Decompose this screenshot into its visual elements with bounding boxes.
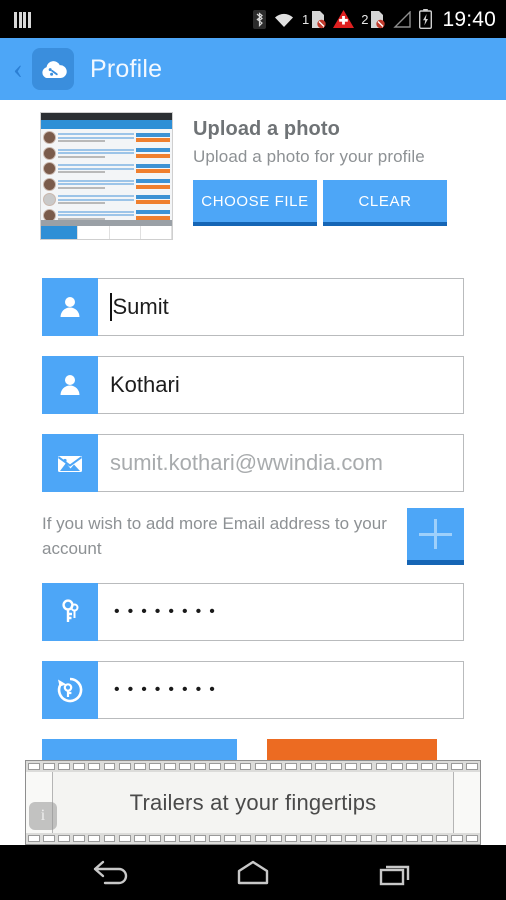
film-perforation-bottom <box>26 833 480 844</box>
android-screen: 1 2 19:40 ‹ Profile Upload a photo Uploa… <box>0 0 506 900</box>
profile-photo-preview[interactable] <box>40 112 173 240</box>
status-bar-left <box>14 11 31 28</box>
confirm-password-input[interactable]: •••••••• <box>98 661 464 719</box>
cell-signal-empty-icon <box>393 10 412 28</box>
signal-bars-icon <box>14 11 31 28</box>
back-arrow-icon[interactable] <box>76 845 146 900</box>
text-cursor <box>110 293 112 321</box>
first-name-field[interactable]: Sumit <box>42 278 464 336</box>
film-perforation-top <box>26 761 480 772</box>
email-image-icon <box>42 434 98 492</box>
recent-apps-icon[interactable] <box>360 845 430 900</box>
person-icon <box>42 356 98 414</box>
last-name-value: Kothari <box>110 372 180 397</box>
confirm-password-field[interactable]: •••••••• <box>42 661 464 719</box>
sim-card-no-signal-icon <box>312 10 326 28</box>
choose-file-button[interactable]: CHOOSE FILE <box>193 180 317 226</box>
page-title: Profile <box>90 54 163 83</box>
clear-button[interactable]: CLEAR <box>323 180 447 226</box>
password-value: •••••••• <box>114 603 223 620</box>
upload-photo-section: Upload a photo Upload a photo for your p… <box>0 100 506 240</box>
upload-title: Upload a photo <box>193 118 340 140</box>
upload-text-block: Upload a photo Upload a photo for your p… <box>173 112 447 240</box>
upload-subtitle: Upload a photo for your profile <box>193 147 425 166</box>
ad-banner[interactable]: Trailers at your fingertips i <box>25 760 481 845</box>
system-nav-bar <box>0 845 506 900</box>
ad-body[interactable]: Trailers at your fingertips <box>26 772 480 833</box>
status-bar: 1 2 19:40 <box>0 0 506 38</box>
battery-charging-icon <box>419 9 433 29</box>
back-chevron-icon[interactable]: ‹ <box>8 54 28 84</box>
password-field[interactable]: •••••••• <box>42 583 464 641</box>
app-bar: ‹ Profile <box>0 38 506 100</box>
email-placeholder: sumit.kothari@wwindia.com <box>110 450 383 475</box>
first-name-input[interactable]: Sumit <box>98 278 464 336</box>
email-input[interactable]: sumit.kothari@wwindia.com <box>98 434 464 492</box>
sim1-label: 1 <box>301 11 310 27</box>
email-field[interactable]: sumit.kothari@wwindia.com <box>42 434 464 492</box>
home-icon[interactable] <box>218 845 288 900</box>
person-icon <box>42 278 98 336</box>
upload-button-row: CHOOSE FILE CLEAR <box>193 180 447 226</box>
keys-icon <box>42 583 98 641</box>
status-bar-right: 1 2 19:40 <box>252 7 496 31</box>
profile-fields: Sumit Kothari sumit.kothari@wwindia.com … <box>0 278 506 779</box>
sim2-indicator: 2 <box>361 10 386 29</box>
first-name-value: Sumit <box>112 294 169 319</box>
cloud-tools-icon[interactable] <box>32 48 74 90</box>
add-email-row: If you wish to add more Email address to… <box>42 508 464 565</box>
profile-form-scroll[interactable]: Upload a photo Upload a photo for your p… <box>0 100 506 845</box>
last-name-input[interactable]: Kothari <box>98 356 464 414</box>
confirm-password-value: •••••••• <box>114 681 223 698</box>
sim1-indicator: 1 <box>302 10 326 29</box>
reset-key-icon <box>42 661 98 719</box>
alert-triangle-icon <box>333 10 355 28</box>
sim2-label: 2 <box>361 11 369 27</box>
wifi-icon <box>274 13 293 27</box>
password-input[interactable]: •••••••• <box>98 583 464 641</box>
add-email-button[interactable] <box>407 508 464 565</box>
ad-text: Trailers at your fingertips <box>129 789 377 815</box>
bluetooth-icon <box>252 9 266 29</box>
sim-card-no-signal-icon <box>371 10 386 28</box>
add-email-note: If you wish to add more Email address to… <box>42 513 387 558</box>
ad-info-icon[interactable]: i <box>29 802 57 830</box>
clock: 19:40 <box>442 7 496 31</box>
last-name-field[interactable]: Kothari <box>42 356 464 414</box>
